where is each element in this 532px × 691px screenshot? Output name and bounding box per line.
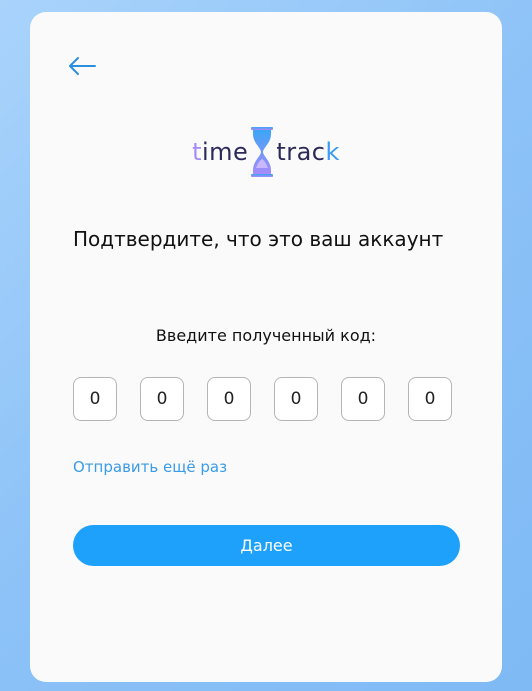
- code-digit-3[interactable]: 0: [207, 377, 251, 421]
- next-button[interactable]: Далее: [73, 525, 460, 566]
- back-button[interactable]: [66, 52, 98, 80]
- code-input-group: 0 0 0 0 0 0: [73, 377, 452, 421]
- code-digit-5[interactable]: 0: [341, 377, 385, 421]
- code-digit-2[interactable]: 0: [140, 377, 184, 421]
- code-label: Введите полученный код:: [155, 326, 377, 345]
- logo-text-ime: ime: [202, 138, 249, 166]
- code-digit-6[interactable]: 0: [408, 377, 452, 421]
- logo-letter-k: k: [325, 138, 340, 166]
- page-title: Подтвердите, что это ваш аккаунт: [73, 227, 444, 251]
- hourglass-icon: [250, 126, 274, 178]
- resend-code-link[interactable]: Отправить ещё раз: [73, 458, 227, 476]
- code-digit-1[interactable]: 0: [73, 377, 117, 421]
- app-logo: t ime trac k: [30, 126, 502, 178]
- logo-letter-t: t: [192, 138, 202, 166]
- verification-card: t ime trac k Подтвердите, что это ваш акка…: [30, 12, 502, 682]
- logo-text-trac: trac: [276, 138, 326, 166]
- arrow-left-icon: [69, 57, 96, 75]
- code-digit-4[interactable]: 0: [274, 377, 318, 421]
